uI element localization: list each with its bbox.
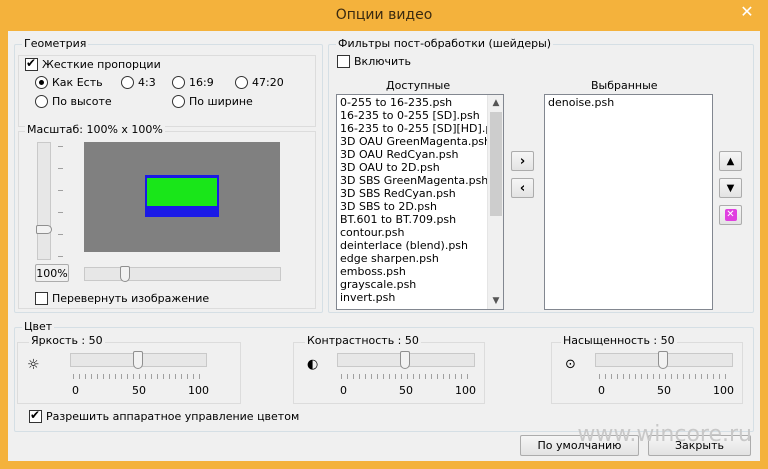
window-title: Опции видео	[335, 7, 433, 23]
available-shader-item[interactable]: 3D SBS RedCyan.psh	[337, 187, 503, 200]
radio-by-height-label: По высоте	[52, 95, 112, 108]
radio-by-width-label: По ширине	[189, 95, 253, 108]
available-list-scrollbar[interactable]: ▲ ▼	[487, 95, 503, 309]
radio-16-9[interactable]	[172, 76, 185, 89]
radio-47-20-label: 47:20	[252, 76, 284, 89]
available-shader-item[interactable]: 3D SBS to 2D.psh	[337, 200, 503, 213]
selected-shader-item[interactable]: denoise.psh	[545, 96, 712, 109]
available-shader-item[interactable]: invert.psh	[337, 291, 503, 304]
saturation-slider-thumb[interactable]	[658, 351, 668, 369]
saturation-max: 100	[713, 384, 734, 397]
saturation-icon: ⊙	[565, 357, 576, 372]
chevron-left-icon: ‹	[519, 180, 526, 196]
contrast-max: 100	[455, 384, 476, 397]
strict-aspect-label: Жесткие пропорции	[42, 58, 161, 71]
available-shader-item[interactable]: edge sharpen.psh	[337, 252, 503, 265]
radio-16-9-label: 16:9	[189, 76, 214, 89]
video-preview	[84, 142, 280, 252]
color-group: Цвет Яркость : 50 ☼ 0 50 100 Контрастнос…	[14, 320, 754, 432]
brightness-min: 0	[72, 384, 79, 397]
radio-by-height[interactable]	[35, 95, 48, 108]
available-shader-item[interactable]: emboss.psh	[337, 265, 503, 278]
scale-value-text: 100%	[36, 266, 68, 280]
available-shader-item[interactable]: 0-255 to 16-235.psh	[337, 96, 503, 109]
title-bar[interactable]: Опции видео ✕	[0, 0, 768, 32]
brightness-mid: 50	[132, 384, 146, 397]
filters-group-label: Фильтры пост-обработки (шейдеры)	[336, 37, 554, 50]
flip-checkbox[interactable]	[35, 292, 48, 305]
add-shader-button[interactable]: ›	[511, 151, 534, 171]
close-icon: ✕	[740, 1, 754, 21]
available-shaders-list[interactable]: 0-255 to 16-235.psh 16-235 to 0-255 [SD].…	[336, 94, 504, 310]
flip-label: Перевернуть изображение	[52, 292, 210, 305]
close-window-button[interactable]: ✕	[732, 0, 762, 22]
vertical-scale-thumb[interactable]	[36, 225, 52, 234]
saturation-label: Насыщенность : 50	[561, 334, 677, 347]
brightness-slider-thumb[interactable]	[133, 351, 143, 369]
selected-shaders-list[interactable]: denoise.psh	[544, 94, 713, 310]
brightness-icon: ☼	[27, 357, 40, 373]
contrast-label: Контрастность : 50	[305, 334, 421, 347]
available-shader-item[interactable]: 3D OAU RedCyan.psh	[337, 148, 503, 161]
radio-47-20[interactable]	[235, 76, 248, 89]
available-shader-item[interactable]: BT.601 to BT.709.psh	[337, 213, 503, 226]
radio-as-is[interactable]	[35, 76, 48, 89]
available-shader-item[interactable]: 3D SBS GreenMagenta.psh	[337, 174, 503, 187]
brightness-label: Яркость : 50	[29, 334, 105, 347]
radio-4-3[interactable]	[121, 76, 134, 89]
selected-label: Выбранные	[591, 79, 658, 92]
brightness-max: 100	[188, 384, 209, 397]
watermark: www.wincore.ru	[577, 422, 752, 447]
delete-icon: ✕	[724, 209, 737, 221]
contrast-icon: ◐	[307, 357, 319, 372]
scale-value-button[interactable]: 100%	[35, 264, 69, 282]
radio-4-3-label: 4:3	[138, 76, 156, 89]
move-down-button[interactable]: ▼	[719, 178, 742, 198]
move-up-button[interactable]: ▲	[719, 151, 742, 171]
radio-by-width[interactable]	[172, 95, 185, 108]
remove-shader-button[interactable]: ‹	[511, 178, 534, 198]
dialog-body: Геометрия Жесткие пропорции Как Есть 4:3…	[8, 31, 760, 461]
scale-label: Масштаб: 100% x 100%	[25, 123, 165, 136]
radio-as-is-label: Как Есть	[52, 76, 103, 89]
preview-picture	[147, 178, 217, 206]
strict-aspect-checkbox[interactable]	[25, 56, 38, 71]
enable-filters-checkbox[interactable]	[337, 55, 350, 68]
available-shader-item[interactable]: contour.psh	[337, 226, 503, 239]
contrast-slider-thumb[interactable]	[400, 351, 410, 369]
chevron-right-icon: ›	[519, 153, 526, 169]
available-label: Доступные	[386, 79, 451, 92]
brightness-ticks	[73, 374, 204, 379]
horizontal-scale-track[interactable]	[84, 267, 281, 281]
horizontal-scale-thumb[interactable]	[120, 266, 130, 282]
color-group-label: Цвет	[22, 320, 55, 333]
scroll-down-icon[interactable]: ▼	[488, 293, 503, 309]
chevron-up-icon: ▲	[726, 155, 735, 167]
available-shader-item[interactable]: 16-235 to 0-255 [SD].psh	[337, 109, 503, 122]
scroll-up-icon[interactable]: ▲	[488, 95, 503, 111]
saturation-ticks	[599, 374, 730, 379]
available-shader-item[interactable]: deinterlace (blend).psh	[337, 239, 503, 252]
contrast-min: 0	[340, 384, 347, 397]
contrast-ticks	[341, 374, 472, 379]
scroll-thumb[interactable]	[490, 112, 502, 216]
saturation-mid: 50	[657, 384, 671, 397]
chevron-down-icon: ▼	[726, 182, 735, 194]
available-shader-item[interactable]: 3D OAU to 2D.psh	[337, 161, 503, 174]
filters-group: Фильтры пост-обработки (шейдеры) Включит…	[328, 37, 754, 313]
options-window: Опции видео ✕ Геометрия Жесткие пропорци…	[0, 0, 768, 469]
available-shader-item[interactable]: 16-235 to 0-255 [SD][HD].psh	[337, 122, 503, 135]
contrast-mid: 50	[399, 384, 413, 397]
saturation-min: 0	[598, 384, 605, 397]
available-shader-item[interactable]: grayscale.psh	[337, 278, 503, 291]
geometry-group: Геометрия Жесткие пропорции Как Есть 4:3…	[14, 37, 323, 313]
available-shader-item[interactable]: 3D OAU GreenMagenta.psh	[337, 135, 503, 148]
vertical-scale-ticks	[58, 146, 63, 258]
hw-color-checkbox[interactable]	[29, 408, 42, 423]
delete-shader-button[interactable]: ✕	[719, 205, 742, 225]
vertical-scale-track[interactable]	[37, 142, 51, 260]
enable-filters-label: Включить	[354, 55, 412, 68]
hw-color-label: Разрешить аппаратное управление цветом	[46, 410, 300, 423]
geometry-group-label: Геометрия	[22, 37, 89, 50]
